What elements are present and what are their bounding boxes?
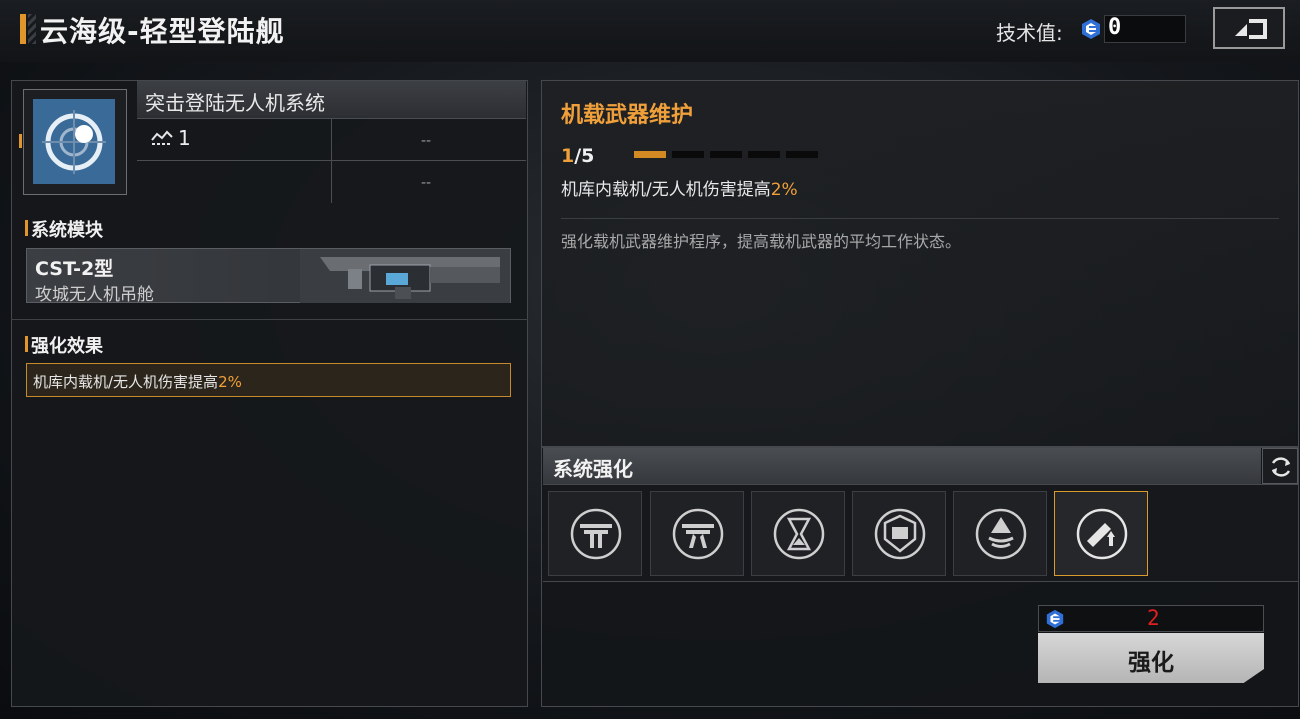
- effect-prefix: 机库内载机/无人机伤害提高: [33, 373, 219, 391]
- progress-total: /5: [574, 145, 595, 167]
- uplift-icon: [975, 508, 1027, 560]
- refresh-icon: [1271, 457, 1291, 477]
- section-tick: [25, 220, 28, 236]
- upgrade-title: 机载武器维护: [561, 103, 694, 128]
- progress-segment: [786, 151, 818, 158]
- progress-segment: [748, 151, 780, 158]
- drone-alt-icon: [672, 508, 724, 560]
- upgrade-effect-prefix: 机库内载机/无人机伤害提高: [561, 180, 771, 200]
- enhance-slot-5[interactable]: [953, 491, 1047, 576]
- stat-value-a: --: [421, 133, 432, 149]
- system-enhance-title: 系统强化: [553, 457, 633, 481]
- refresh-button[interactable]: [1262, 448, 1298, 484]
- progress-segment: [672, 151, 704, 158]
- progress-current: 1: [561, 145, 575, 167]
- section-divider: [11, 319, 528, 320]
- module-code: CST-2型: [35, 258, 114, 280]
- module-name: 攻城无人机吊舱: [35, 285, 154, 305]
- enhance-slot-2[interactable]: [650, 491, 744, 576]
- enhance-slot-4[interactable]: [852, 491, 946, 576]
- system-level: 1: [178, 126, 191, 150]
- drone-icon: [570, 508, 622, 560]
- stat-cell-b: [137, 160, 331, 203]
- tech-value-label: 技术值:: [996, 21, 1063, 45]
- target-scope-icon: [42, 110, 106, 174]
- progress-segment: [634, 151, 666, 158]
- stat-value-b: --: [421, 175, 432, 191]
- enhance-slot-1[interactable]: [548, 491, 642, 576]
- weapon-maintenance-icon: [1076, 508, 1128, 560]
- upgrade-description: 强化载机武器维护程序，提高载机武器的平均工作状态。: [561, 232, 962, 251]
- module-section-title: 系统模块: [31, 220, 103, 241]
- upgrade-effect: 机库内载机/无人机伤害提高2%: [561, 175, 798, 200]
- title-accent: [20, 14, 26, 44]
- system-icon-tile: [33, 99, 115, 184]
- shield-module-icon: [874, 508, 926, 560]
- hourglass-icon: [773, 508, 825, 560]
- tech-point-icon: [1082, 19, 1100, 39]
- enhance-cost: 2: [1147, 606, 1160, 630]
- detail-divider: [561, 218, 1279, 219]
- upgrade-detail-panel: [541, 80, 1299, 447]
- system-enhance-header: [543, 448, 1261, 484]
- effect-value: 2%: [218, 373, 242, 391]
- enhance-slot-6[interactable]: [1054, 491, 1148, 576]
- effect-section-title: 强化效果: [31, 336, 103, 357]
- upgrade-effect-value: 2%: [770, 180, 798, 200]
- progress-segment: [710, 151, 742, 158]
- enhance-slot-3[interactable]: [751, 491, 845, 576]
- tech-value: 0: [1108, 15, 1122, 40]
- section-tick: [25, 336, 28, 352]
- rank-icon: [151, 130, 173, 145]
- page-title: 云海级-轻型登陆舰: [40, 15, 285, 48]
- drone-pod-image: [300, 249, 510, 303]
- system-name: 突击登陆无人机系统: [145, 91, 325, 115]
- tech-point-icon: [1046, 609, 1064, 629]
- upgrade-progress: 1/5: [561, 145, 594, 167]
- back-arrow-icon: [1235, 19, 1267, 39]
- enhance-button-label[interactable]: 强化: [1038, 643, 1264, 677]
- title-stripes: [28, 14, 36, 44]
- selection-tick: [19, 134, 22, 148]
- back-button[interactable]: [1213, 7, 1285, 49]
- effect-text: 机库内载机/无人机伤害提高2%: [33, 371, 242, 392]
